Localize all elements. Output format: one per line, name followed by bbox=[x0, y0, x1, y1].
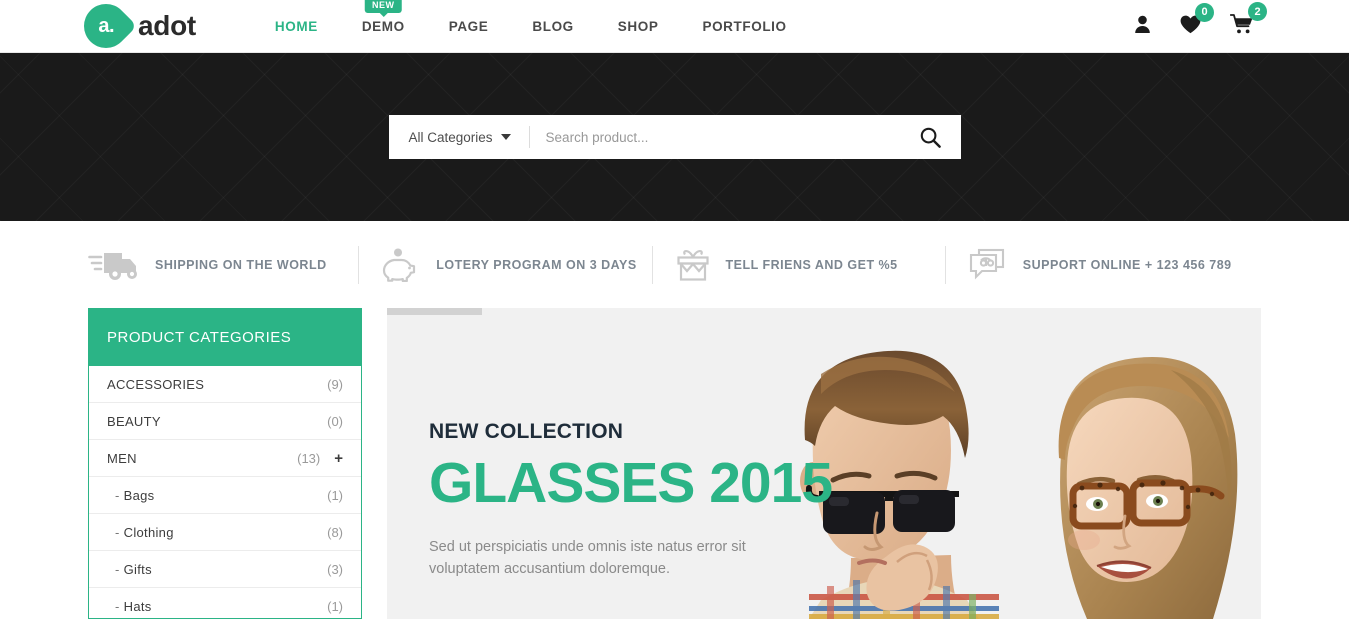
site-header: a. adot HOME NEW DEMO PAGE BLOG SHOP POR… bbox=[0, 0, 1349, 58]
female-model bbox=[1058, 356, 1238, 619]
user-icon[interactable] bbox=[1134, 15, 1151, 38]
slide-kicker: NEW COLLECTION bbox=[429, 420, 624, 443]
piggy-bank-icon bbox=[383, 248, 416, 282]
chevron-down-icon bbox=[500, 134, 511, 140]
sidebar-title: PRODUCT CATEGORIES bbox=[89, 308, 361, 366]
heart-icon[interactable]: 0 bbox=[1180, 2, 1214, 39]
bullet-dash: - bbox=[115, 561, 120, 577]
logo-mark-icon: a. bbox=[74, 0, 138, 58]
logo[interactable]: a. adot bbox=[74, 0, 196, 58]
slide-text-block: NEW COLLECTION GLASSES 2015 Sed ut persp… bbox=[429, 420, 833, 581]
nav-item-page[interactable]: PAGE bbox=[427, 19, 511, 34]
support-phone-icon bbox=[969, 248, 1004, 280]
service-label: TELL FRIENS AND GET %5 bbox=[725, 257, 898, 272]
gift-icon bbox=[676, 249, 709, 281]
cart-icon[interactable]: 2 bbox=[1229, 2, 1267, 39]
category-row-beauty[interactable]: BEAUTY (0) bbox=[89, 403, 361, 440]
service-item-shipping[interactable]: SHIPPING ON THE WORLD bbox=[88, 244, 381, 286]
category-row-clothing[interactable]: - Clothing (8) bbox=[89, 514, 361, 551]
category-name: - Bags bbox=[115, 487, 155, 503]
slide-description: Sed ut perspiciatis unde omnis iste natu… bbox=[429, 538, 746, 578]
bullet-dash: - bbox=[115, 598, 120, 614]
category-select[interactable]: All Categories bbox=[389, 115, 529, 159]
header-icon-group: 0 2 bbox=[1134, 0, 1267, 53]
slide-title: GLASSES 2015 bbox=[429, 451, 833, 515]
category-name: - Hats bbox=[115, 598, 152, 614]
nav-item-blog[interactable]: BLOG bbox=[510, 19, 595, 34]
category-row-gifts[interactable]: - Gifts (3) bbox=[89, 551, 361, 588]
service-label: LOTERY PROGRAM ON 3 DAYS bbox=[436, 257, 637, 272]
category-row-men[interactable]: MEN (13) + bbox=[89, 440, 361, 477]
cart-count-badge: 2 bbox=[1248, 2, 1267, 21]
category-row-hats[interactable]: - Hats (1) bbox=[89, 588, 361, 618]
bullet-dash: - bbox=[115, 524, 120, 540]
truck-icon bbox=[88, 252, 137, 280]
category-row-accessories[interactable]: ACCESSORIES (9) bbox=[89, 366, 361, 403]
logo-mark-text: a. bbox=[98, 14, 114, 37]
plus-icon[interactable]: + bbox=[334, 451, 343, 466]
nav-item-demo[interactable]: NEW DEMO bbox=[340, 0, 427, 34]
category-name: - Gifts bbox=[115, 561, 152, 577]
wishlist-count-badge: 0 bbox=[1195, 2, 1214, 22]
category-count: (8) bbox=[327, 524, 343, 540]
services-bar: SHIPPING ON THE WORLD LOTERY PROGRAM ON … bbox=[0, 221, 1349, 308]
nav-item-portfolio[interactable]: PORTFOLIO bbox=[680, 19, 808, 34]
service-item-referral[interactable]: TELL FRIENS AND GET %5 bbox=[675, 244, 968, 286]
search-input[interactable] bbox=[529, 115, 912, 159]
slider-progress-bar bbox=[387, 308, 482, 315]
category-row-bags[interactable]: - Bags (1) bbox=[89, 477, 361, 514]
category-name: ACCESSORIES bbox=[107, 376, 205, 392]
search-icon bbox=[920, 127, 941, 148]
category-select-label: All Categories bbox=[408, 129, 493, 145]
search-box: All Categories bbox=[388, 115, 961, 159]
search-hero-band: All Categories bbox=[0, 53, 1349, 221]
bullet-dash: - bbox=[115, 487, 120, 503]
category-count: (13) bbox=[297, 450, 321, 466]
category-count: (1) bbox=[327, 487, 343, 503]
category-name: - Clothing bbox=[115, 524, 174, 540]
service-label: SHIPPING ON THE WORLD bbox=[155, 257, 327, 272]
logo-text: adot bbox=[138, 10, 196, 41]
category-count: (3) bbox=[327, 561, 343, 577]
main-content: PRODUCT CATEGORIES ACCESSORIES (9) BEAUT… bbox=[0, 308, 1349, 619]
main-navigation: HOME NEW DEMO PAGE BLOG SHOP PORTFOLIO bbox=[253, 0, 809, 34]
nav-item-home[interactable]: HOME bbox=[253, 19, 340, 34]
category-name: MEN bbox=[107, 450, 137, 466]
nav-item-shop[interactable]: SHOP bbox=[596, 19, 681, 34]
category-count: (0) bbox=[327, 413, 343, 429]
category-count: (9) bbox=[327, 376, 343, 392]
service-item-lottery[interactable]: LOTERY PROGRAM ON 3 DAYS bbox=[381, 244, 674, 286]
nav-badge-new: NEW bbox=[365, 0, 402, 13]
product-categories-sidebar: PRODUCT CATEGORIES ACCESSORIES (9) BEAUT… bbox=[88, 308, 362, 619]
search-submit-button[interactable] bbox=[912, 115, 961, 159]
hero-slider[interactable]: NEW COLLECTION GLASSES 2015 Sed ut persp… bbox=[387, 308, 1261, 619]
service-item-support[interactable]: SUPPORT ONLINE + 123 456 789 bbox=[968, 244, 1261, 286]
service-label: SUPPORT ONLINE + 123 456 789 bbox=[1022, 257, 1232, 272]
category-name: BEAUTY bbox=[107, 413, 161, 429]
category-count: (1) bbox=[327, 598, 343, 614]
